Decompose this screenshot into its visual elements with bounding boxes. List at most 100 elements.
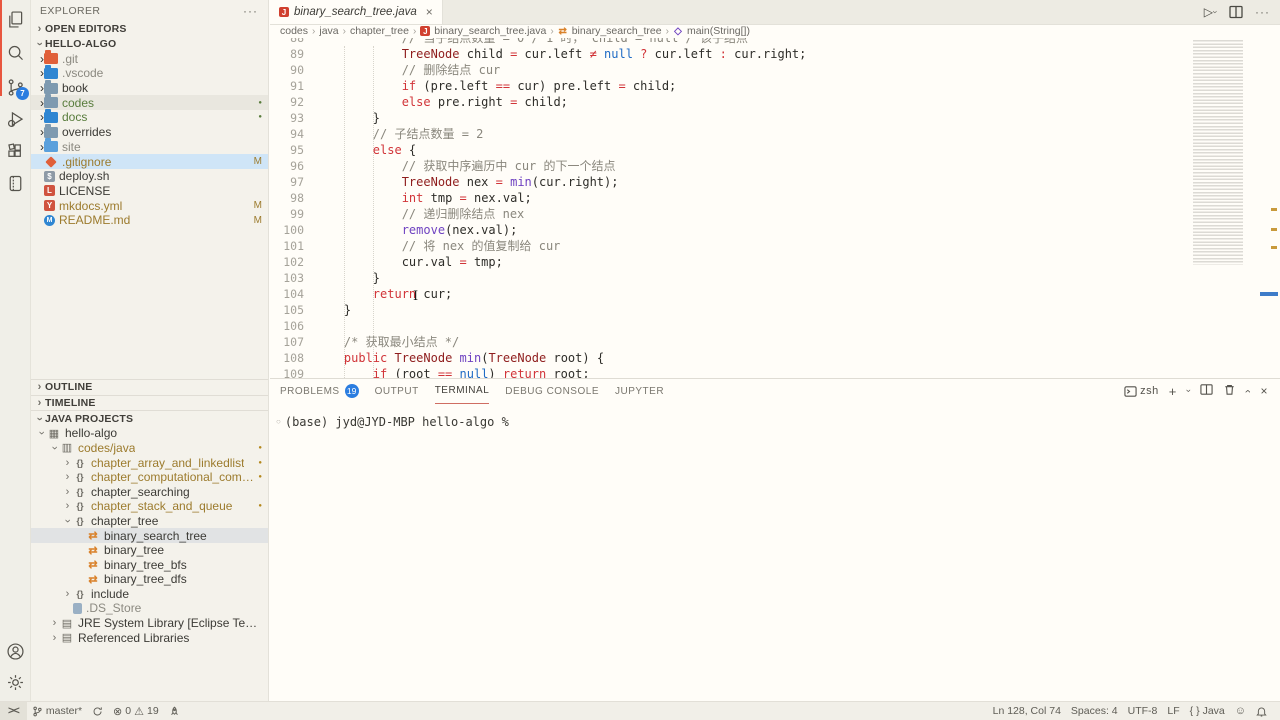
split-terminal-icon[interactable] (1200, 383, 1213, 399)
explorer-item-.git[interactable]: ›.git (30, 51, 268, 66)
tab-problems[interactable]: PROBLEMS 19 (280, 379, 359, 403)
explorer-item-codes[interactable]: ›codes● (30, 95, 268, 110)
code-line-103[interactable]: 103 } (270, 270, 1280, 286)
minimap[interactable] (1190, 40, 1258, 265)
java-tree-item-binary_tree_bfs[interactable]: ›⇄binary_tree_bfs (30, 557, 268, 572)
problems-status[interactable]: ⊗0 ⚠19 (108, 702, 164, 720)
code-line-99[interactable]: 99 // 递归删除结点 nex (270, 206, 1280, 222)
breadcrumb-item[interactable]: binary_search_tree.java (434, 25, 546, 37)
kill-terminal-icon[interactable] (1223, 383, 1236, 399)
code-line-102[interactable]: 102 cur.val = tmp; (270, 254, 1280, 270)
java-tree-item-chapter_searching[interactable]: ›{}chapter_searching (30, 484, 268, 499)
terminal-shell-selector[interactable]: zsh (1124, 385, 1159, 398)
java-tree-item-include[interactable]: ›{}include (30, 587, 268, 602)
breadcrumb-item[interactable]: main(String[]) (687, 25, 750, 37)
tab-binary-search-tree[interactable]: J binary_search_tree.java × (270, 0, 443, 24)
java-tree-item-binary_tree_dfs[interactable]: ›⇄binary_tree_dfs (30, 572, 268, 587)
notebook-icon[interactable] (0, 168, 30, 198)
breadcrumb-item[interactable]: java (319, 25, 338, 37)
close-panel-icon[interactable]: × (1260, 384, 1268, 398)
code-line-105[interactable]: 105 } (270, 302, 1280, 318)
java-tree-item-chapter_tree[interactable]: ›{}chapter_tree (30, 514, 268, 529)
settings-gear-icon[interactable] (0, 667, 30, 697)
java-tree-item-chapter_stack_and_queue[interactable]: ›{}chapter_stack_and_queue● (30, 499, 268, 514)
explorer-item-mkdocs.yml[interactable]: ›Ymkdocs.ymlM (30, 198, 268, 213)
explorer-item-book[interactable]: ›book (30, 81, 268, 96)
explorer-item-.vscode[interactable]: ›.vscode (30, 66, 268, 81)
code-line-100[interactable]: 100 remove(nex.val); (270, 222, 1280, 238)
java-tree-item-Referenced-Libraries[interactable]: ›▤Referenced Libraries (30, 630, 268, 645)
run-java-button[interactable]: ▷› (1204, 5, 1217, 19)
java-tree-item-codes-java[interactable]: ›▥codes/java● (30, 441, 268, 456)
open-editors-section[interactable]: › OPEN EDITORS (30, 22, 268, 37)
run-debug-icon[interactable] (0, 104, 30, 134)
java-tree-item-.DS_Store[interactable]: ›.DS_Store (30, 601, 268, 616)
outline-section[interactable]: › OUTLINE (30, 379, 268, 395)
timeline-section[interactable]: › TIMELINE (30, 395, 268, 411)
search-icon[interactable] (0, 38, 30, 68)
explorer-icon[interactable] (0, 4, 30, 34)
explorer-item-LICENSE[interactable]: ›LLICENSE (30, 184, 268, 199)
indentation[interactable]: Spaces: 4 (1066, 705, 1123, 717)
cursor-position[interactable]: Ln 128, Col 74 (988, 705, 1066, 717)
code-line-93[interactable]: 93 } (270, 110, 1280, 126)
notifications-bell-icon[interactable] (1251, 706, 1272, 717)
new-terminal-icon[interactable]: + (1169, 384, 1177, 399)
explorer-item-deploy.sh[interactable]: ›$deploy.sh (30, 169, 268, 184)
breadcrumb-item[interactable]: chapter_tree (350, 25, 409, 37)
java-tree-item-chapter_computational_complexity[interactable]: ›{}chapter_computational_complexity● (30, 470, 268, 485)
breadcrumb-item[interactable]: codes (280, 25, 308, 37)
tab-jupyter[interactable]: JUPYTER (615, 379, 664, 403)
code-line-90[interactable]: 90 // 删除结点 cur (270, 62, 1280, 78)
java-projects-section[interactable]: › JAVA PROJECTS (30, 410, 268, 426)
editor-more-actions-icon[interactable]: ··· (1255, 5, 1270, 19)
code-line-89[interactable]: 89 TreeNode child = cur.left ≠ null ? cu… (270, 46, 1280, 62)
code-line-108[interactable]: 108 public TreeNode min(TreeNode root) { (270, 350, 1280, 366)
java-ready-status[interactable] (164, 702, 185, 720)
maximize-panel-icon[interactable]: › (1242, 389, 1254, 393)
explorer-item-docs[interactable]: ›docs● (30, 110, 268, 125)
tab-output[interactable]: OUTPUT (375, 379, 419, 403)
code-line-96[interactable]: 96 // 获取中序遍历中 cur 的下一个结点 (270, 158, 1280, 174)
source-control-icon[interactable]: 7 (0, 72, 30, 102)
split-editor-icon[interactable] (1229, 5, 1243, 19)
code-line-94[interactable]: 94 // 子结点数量 = 2 (270, 126, 1280, 142)
code-line-106[interactable]: 106 (270, 318, 1280, 334)
close-tab-icon[interactable]: × (426, 5, 433, 19)
overview-ruler[interactable] (1258, 0, 1280, 378)
code-line-97[interactable]: 97 TreeNode nex = min(cur.right); (270, 174, 1280, 190)
eol-sequence[interactable]: LF (1162, 705, 1184, 717)
remote-indicator[interactable]: >< (0, 702, 27, 720)
java-tree-item-binary_tree[interactable]: ›⇄binary_tree (30, 543, 268, 558)
code-line-92[interactable]: 92 else pre.right = child; (270, 94, 1280, 110)
terminal-viewport[interactable]: ○ (base) jyd@JYD-MBP hello-algo % (270, 403, 1280, 429)
java-tree-item-binary_search_tree[interactable]: ›⇄binary_search_tree (30, 528, 268, 543)
code-editor[interactable]: 88 // 当子结点数量 = 0 / 1 时， child = null / 该… (270, 30, 1280, 378)
code-line-101[interactable]: 101 // 将 nex 的值复制给 cur (270, 238, 1280, 254)
workspace-root-section[interactable]: › HELLO-ALGO (30, 37, 268, 52)
code-line-95[interactable]: 95 else { (270, 142, 1280, 158)
terminal-dropdown-icon[interactable]: › (1184, 389, 1194, 393)
code-line-98[interactable]: 98 int tmp = nex.val; (270, 190, 1280, 206)
explorer-item-README.md[interactable]: ›MREADME.mdM (30, 213, 268, 228)
java-tree-item-chapter_array_and_linkedlist[interactable]: ›{}chapter_array_and_linkedlist● (30, 455, 268, 470)
explorer-item-site[interactable]: ›site (30, 140, 268, 155)
explorer-more-actions-icon[interactable]: ··· (243, 4, 258, 18)
sync-status[interactable] (87, 702, 108, 720)
code-line-91[interactable]: 91 if (pre.left == cur) pre.left = child… (270, 78, 1280, 94)
explorer-item-.gitignore[interactable]: ›.gitignoreM (30, 154, 268, 169)
language-mode[interactable]: { }Java (1185, 705, 1230, 717)
encoding[interactable]: UTF-8 (1123, 705, 1163, 717)
explorer-item-overrides[interactable]: ›overrides (30, 125, 268, 140)
code-line-104[interactable]: 104 return cur; (270, 286, 1280, 302)
tab-terminal[interactable]: TERMINAL (435, 379, 490, 404)
tab-debug-console[interactable]: DEBUG CONSOLE (505, 379, 599, 403)
git-branch-status[interactable]: master* (27, 702, 87, 720)
breadcrumb-item[interactable]: binary_search_tree (572, 25, 662, 37)
account-icon[interactable] (0, 636, 30, 666)
code-line-107[interactable]: 107 /* 获取最小结点 */ (270, 334, 1280, 350)
extensions-icon[interactable] (0, 136, 30, 166)
java-tree-item-JRE-System-Library-Eclipse-Temurin-17-17...[interactable]: ›▤JRE System Library [Eclipse Temurin 17… (30, 616, 268, 631)
feedback-smiley-icon[interactable]: ☺ (1230, 705, 1251, 717)
code-line-109[interactable]: 109 if (root == null) return root; (270, 366, 1280, 378)
